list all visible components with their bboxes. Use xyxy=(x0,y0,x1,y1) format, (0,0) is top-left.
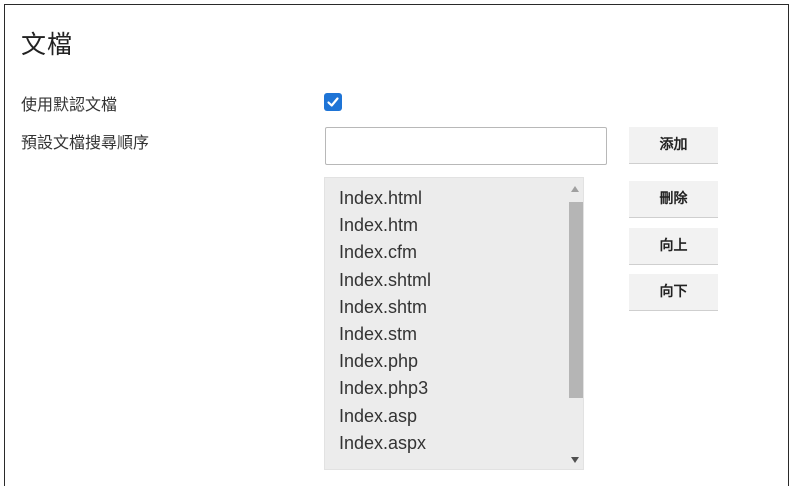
default-document-panel: 文檔 使用默認文檔 預設文檔搜尋順序 添加 Index.html Index.ht… xyxy=(4,4,789,486)
scroll-down-arrow-icon[interactable] xyxy=(571,457,579,463)
list-item[interactable]: Index.htm xyxy=(325,212,569,239)
scroll-up-arrow-icon[interactable] xyxy=(571,186,579,192)
move-up-button[interactable]: 向上 xyxy=(629,228,718,265)
document-list-items: Index.html Index.htm Index.cfm Index.shtml I… xyxy=(325,185,569,457)
new-document-input[interactable] xyxy=(325,127,607,165)
use-default-document-label: 使用默認文檔 xyxy=(21,95,118,114)
list-item[interactable]: Index.shtm xyxy=(325,294,569,321)
section-title: 文檔 xyxy=(21,30,74,59)
list-scrollbar[interactable] xyxy=(567,178,583,469)
list-item[interactable]: Index.stm xyxy=(325,321,569,348)
list-item[interactable]: Index.php3 xyxy=(325,375,569,402)
use-default-document-checkbox[interactable] xyxy=(324,93,342,111)
list-item[interactable]: Index.php xyxy=(325,348,569,375)
add-button[interactable]: 添加 xyxy=(629,127,718,164)
delete-button[interactable]: 刪除 xyxy=(629,181,718,218)
list-item[interactable]: Index.aspx xyxy=(325,430,569,457)
list-item[interactable]: Index.html xyxy=(325,185,569,212)
list-item[interactable]: Index.asp xyxy=(325,403,569,430)
list-item[interactable]: Index.shtml xyxy=(325,267,569,294)
check-icon xyxy=(327,97,339,107)
list-item[interactable]: Index.cfm xyxy=(325,239,569,266)
search-order-label: 預設文檔搜尋順序 xyxy=(21,133,150,152)
scroll-thumb[interactable] xyxy=(569,202,583,398)
move-down-button[interactable]: 向下 xyxy=(629,274,718,311)
document-list[interactable]: Index.html Index.htm Index.cfm Index.shtml I… xyxy=(324,177,584,470)
